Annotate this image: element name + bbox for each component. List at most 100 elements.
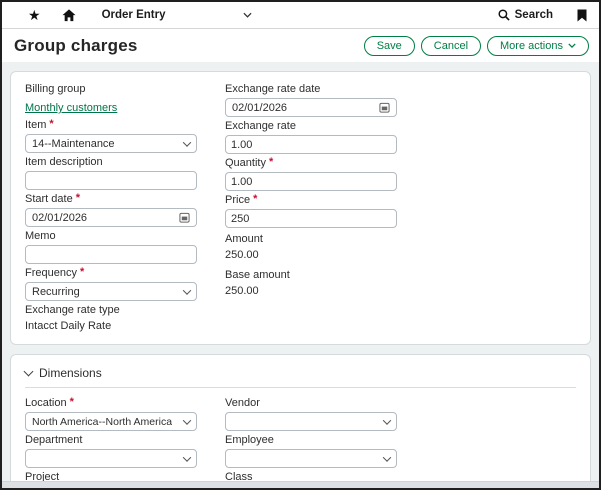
dimensions-panel: Dimensions Location* North America--Nort… — [10, 354, 591, 481]
exchange-rate-field: Exchange rate — [225, 120, 425, 154]
exchange-rate-date-value: 02/01/2026 — [232, 102, 287, 114]
page-header: Group charges Save Cancel More actions — [2, 29, 599, 62]
employee-label: Employee — [225, 434, 425, 447]
dimensions-right-column: Vendor Employee Cl — [225, 397, 425, 481]
search-label: Search — [515, 9, 553, 21]
chevron-down-icon — [383, 453, 391, 461]
search-button[interactable]: Search — [498, 9, 553, 21]
calendar-icon[interactable] — [379, 102, 390, 113]
start-date-label: Start date* — [25, 193, 225, 206]
application-menu[interactable]: Order Entry — [102, 9, 252, 21]
location-label: Location* — [25, 397, 225, 410]
required-asterisk: * — [80, 267, 84, 277]
start-date-input[interactable]: 02/01/2026 — [25, 208, 197, 227]
quantity-label: Quantity* — [225, 157, 425, 170]
chevron-down-icon — [568, 43, 576, 48]
department-label: Department — [25, 434, 225, 447]
main-form-panel: Billing group Monthly customers Item* 14… — [10, 71, 591, 345]
chevron-down-icon — [243, 12, 252, 18]
base-amount-field: Base amount 250.00 — [225, 269, 425, 298]
exchange-rate-type-value: Intacct Daily Rate — [25, 319, 225, 333]
base-amount-value: 250.00 — [225, 284, 425, 298]
item-description-input[interactable] — [25, 171, 197, 190]
quantity-input[interactable] — [225, 172, 397, 191]
amount-value: 250.00 — [225, 248, 425, 262]
chevron-down-icon — [183, 138, 191, 146]
favorites-star-icon[interactable]: ★ — [28, 8, 41, 22]
bookmark-icon[interactable] — [577, 9, 587, 22]
price-label: Price* — [225, 194, 425, 207]
billing-group-label: Billing group — [25, 83, 225, 96]
chevron-down-icon — [183, 286, 191, 294]
department-select[interactable] — [25, 449, 197, 468]
app-window: ★ Order Entry Search Group c — [0, 0, 601, 490]
price-field: Price* — [225, 194, 425, 228]
exchange-rate-type-field: Exchange rate type Intacct Daily Rate — [25, 304, 225, 333]
required-asterisk: * — [70, 397, 74, 407]
item-select[interactable]: 14--Maintenance — [25, 134, 197, 153]
exchange-rate-label: Exchange rate — [225, 120, 425, 133]
required-asterisk: * — [76, 193, 80, 203]
exchange-rate-date-input[interactable]: 02/01/2026 — [225, 98, 397, 117]
chevron-down-icon — [183, 453, 191, 461]
exchange-rate-input[interactable] — [225, 135, 397, 154]
page-title: Group charges — [14, 36, 138, 56]
project-label: Project — [25, 471, 225, 481]
item-description-label: Item description — [25, 156, 225, 169]
billing-group-field: Billing group Monthly customers — [25, 83, 225, 116]
chevron-down-icon — [24, 367, 34, 377]
top-bar: ★ Order Entry Search — [2, 2, 599, 29]
required-asterisk: * — [269, 157, 273, 167]
location-field: Location* North America--North America — [25, 397, 225, 431]
frequency-field: Frequency* Recurring — [25, 267, 225, 301]
item-field: Item* 14--Maintenance — [25, 119, 225, 153]
form-left-column: Billing group Monthly customers Item* 14… — [25, 83, 225, 336]
dimensions-section-toggle[interactable]: Dimensions — [25, 366, 576, 388]
employee-field: Employee — [225, 434, 425, 468]
home-icon[interactable] — [62, 9, 76, 22]
location-select[interactable]: North America--North America — [25, 412, 197, 431]
exchange-rate-date-label: Exchange rate date — [225, 83, 425, 96]
search-icon — [498, 9, 510, 21]
project-field: Project — [25, 471, 225, 481]
department-field: Department — [25, 434, 225, 468]
header-actions: Save Cancel More actions — [364, 36, 589, 56]
memo-input[interactable] — [25, 245, 197, 264]
quantity-field: Quantity* — [225, 157, 425, 191]
class-label: Class — [225, 471, 425, 481]
item-label: Item* — [25, 119, 225, 132]
application-menu-label: Order Entry — [102, 9, 166, 21]
vendor-label: Vendor — [225, 397, 425, 410]
exchange-rate-date-field: Exchange rate date 02/01/2026 — [225, 83, 425, 117]
base-amount-label: Base amount — [225, 269, 425, 282]
cancel-button[interactable]: Cancel — [421, 36, 481, 56]
more-actions-button[interactable]: More actions — [487, 36, 589, 56]
calendar-icon[interactable] — [179, 212, 190, 223]
amount-field: Amount 250.00 — [225, 233, 425, 262]
item-select-value: 14--Maintenance — [32, 138, 115, 150]
page-body: Billing group Monthly customers Item* 14… — [2, 62, 599, 481]
vendor-select[interactable] — [225, 412, 397, 431]
save-button[interactable]: Save — [364, 36, 415, 56]
frequency-select[interactable]: Recurring — [25, 282, 197, 301]
frequency-select-value: Recurring — [32, 286, 80, 298]
class-field: Class — [225, 471, 425, 481]
chevron-down-icon — [183, 416, 191, 424]
memo-field: Memo — [25, 230, 225, 264]
chevron-down-icon — [383, 416, 391, 424]
start-date-field: Start date* 02/01/2026 — [25, 193, 225, 227]
price-input[interactable] — [225, 209, 397, 228]
billing-group-link[interactable]: Monthly customers — [25, 101, 117, 115]
form-right-column: Exchange rate date 02/01/2026 Exchange r… — [225, 83, 425, 336]
required-asterisk: * — [49, 119, 53, 129]
item-description-field: Item description — [25, 156, 225, 190]
employee-select[interactable] — [225, 449, 397, 468]
amount-label: Amount — [225, 233, 425, 246]
frequency-label: Frequency* — [25, 267, 225, 280]
exchange-rate-type-label: Exchange rate type — [25, 304, 225, 317]
location-select-value: North America--North America — [32, 416, 172, 428]
dimensions-section-title: Dimensions — [39, 366, 102, 380]
start-date-value: 02/01/2026 — [32, 212, 87, 224]
memo-label: Memo — [25, 230, 225, 243]
horizontal-scrollbar[interactable] — [2, 481, 599, 488]
